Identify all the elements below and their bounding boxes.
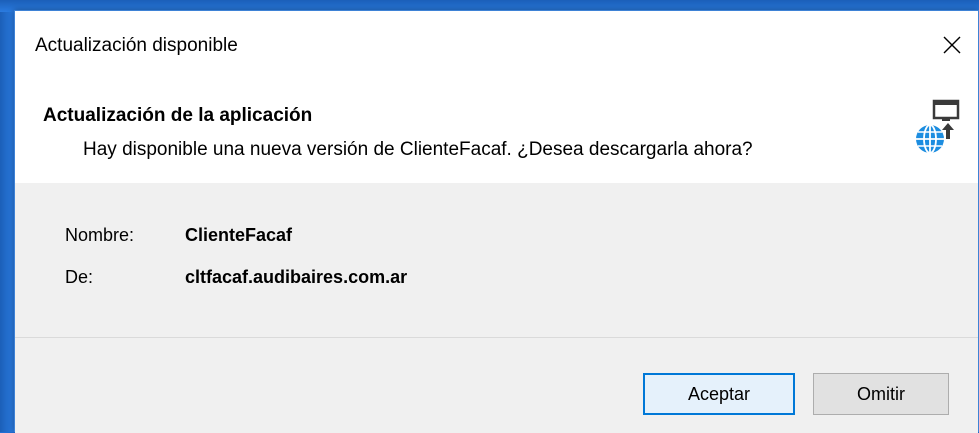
globe-monitor-update-icon [916, 99, 960, 154]
header-title: Actualización de la aplicación [43, 105, 313, 126]
update-dialog: Actualización disponible Actualización d… [14, 10, 979, 433]
button-bar: Aceptar Omitir [15, 338, 978, 433]
window-title: Actualización disponible [35, 35, 238, 56]
accept-button[interactable]: Aceptar [643, 373, 795, 415]
dialog-header: Actualización de la aplicación Hay dispo… [15, 77, 978, 184]
skip-button[interactable]: Omitir [813, 373, 949, 415]
name-label: Nombre: [65, 225, 135, 245]
title-bar: Actualización disponible [15, 11, 978, 77]
name-value: ClienteFacaf [185, 225, 293, 245]
header-description: Hay disponible una nueva versión de Clie… [83, 139, 753, 160]
from-value: cltfacaf.audibaires.com.ar [185, 267, 408, 287]
close-button[interactable] [932, 25, 972, 65]
desktop-background [0, 0, 14, 432]
close-icon [943, 36, 961, 54]
details-panel: Nombre: ClienteFacaf De: cltfacaf.audiba… [15, 183, 978, 338]
from-label: De: [65, 267, 94, 287]
